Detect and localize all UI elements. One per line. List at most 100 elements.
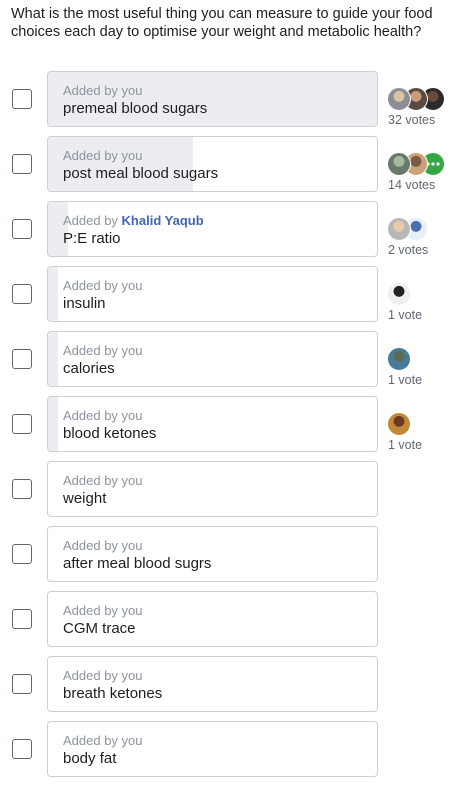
author-name: you <box>121 83 143 98</box>
vote-share-fill <box>48 332 58 386</box>
vote-share-fill <box>48 202 68 256</box>
option-result-bar[interactable]: Added by you after meal blood sugrs <box>47 526 378 582</box>
poll-option: Added by you after meal blood sugrs <box>0 526 458 583</box>
poll-option: Added by you premeal blood sugars 32 votes <box>0 71 458 128</box>
option-result-bar[interactable]: Added by you blood ketones <box>47 396 378 452</box>
author-name: you <box>121 408 143 423</box>
author-name: you <box>121 733 143 748</box>
author-name: you <box>121 473 143 488</box>
voter-avatars[interactable] <box>387 152 457 178</box>
vote-count[interactable]: 1 vote <box>388 308 422 322</box>
poll-option: Added by you blood ketones 1 vote <box>0 396 458 453</box>
added-by-prefix: Added by <box>63 733 122 748</box>
added-by-prefix: Added by <box>63 668 122 683</box>
added-by-text: Added by you <box>63 473 143 488</box>
added-by-prefix: Added by <box>63 473 122 488</box>
option-checkbox[interactable] <box>12 609 32 629</box>
author-name: you <box>121 343 143 358</box>
poll-option: Added by you body fat <box>0 721 458 778</box>
option-result-bar[interactable]: Added by Khalid Yaqub P:E ratio <box>47 201 378 257</box>
author-name: you <box>121 668 143 683</box>
added-by-text: Added by you <box>63 408 143 423</box>
voter-avatars[interactable] <box>387 217 457 243</box>
poll-option: Added by you breath ketones <box>0 656 458 713</box>
option-checkbox[interactable] <box>12 154 32 174</box>
option-result-bar[interactable]: Added by you CGM trace <box>47 591 378 647</box>
voter-avatar[interactable] <box>387 217 411 241</box>
added-by-text: Added by you <box>63 603 143 618</box>
added-by-text: Added by you <box>63 83 143 98</box>
vote-count[interactable]: 1 vote <box>388 373 422 387</box>
voter-avatar[interactable] <box>387 412 411 436</box>
option-result-bar[interactable]: Added by you premeal blood sugars <box>47 71 378 127</box>
option-label: after meal blood sugrs <box>63 555 212 572</box>
option-label: breath ketones <box>63 685 163 702</box>
option-result-bar[interactable]: Added by you calories <box>47 331 378 387</box>
author-name: you <box>121 148 143 163</box>
option-checkbox[interactable] <box>12 284 32 304</box>
added-by-prefix: Added by <box>63 83 122 98</box>
added-by-text: Added by you <box>63 278 143 293</box>
author-name: you <box>121 538 143 553</box>
option-label: P:E ratio <box>63 230 121 247</box>
added-by-text: Added by Khalid Yaqub <box>63 213 204 228</box>
option-result-bar[interactable]: Added by you post meal blood sugars <box>47 136 378 192</box>
added-by-prefix: Added by <box>63 538 122 553</box>
option-label: post meal blood sugars <box>63 165 219 182</box>
poll-option: Added by you post meal blood sugars 14 vot… <box>0 136 458 193</box>
poll-options: Added by you premeal blood sugars 32 votes… <box>0 71 458 786</box>
vote-count[interactable]: 2 votes <box>388 243 428 257</box>
option-checkbox[interactable] <box>12 89 32 109</box>
poll-question: What is the most useful thing you can me… <box>11 6 433 40</box>
option-checkbox[interactable] <box>12 219 32 239</box>
added-by-prefix: Added by <box>63 603 122 618</box>
vote-count[interactable]: 14 votes <box>388 178 435 192</box>
vote-count[interactable]: 32 votes <box>388 113 435 127</box>
added-by-prefix: Added by <box>63 343 122 358</box>
voter-avatar[interactable] <box>387 87 411 111</box>
added-by-text: Added by you <box>63 668 143 683</box>
option-checkbox[interactable] <box>12 544 32 564</box>
voter-avatars[interactable] <box>387 412 457 438</box>
option-checkbox[interactable] <box>12 674 32 694</box>
vote-count[interactable]: 1 vote <box>388 438 422 452</box>
author-name: you <box>121 603 143 618</box>
option-result-bar[interactable]: Added by you breath ketones <box>47 656 378 712</box>
voter-avatar[interactable] <box>387 282 411 306</box>
vote-share-fill <box>48 72 377 126</box>
voter-avatar[interactable] <box>387 347 411 371</box>
added-by-text: Added by you <box>63 538 143 553</box>
poll-option: Added by you weight <box>0 461 458 518</box>
option-label: calories <box>63 360 115 377</box>
option-result-bar[interactable]: Added by you body fat <box>47 721 378 777</box>
option-result-bar[interactable]: Added by you weight <box>47 461 378 517</box>
poll-option: Added by you CGM trace <box>0 591 458 648</box>
poll-option: Added by you insulin 1 vote <box>0 266 458 323</box>
poll-option: Added by Khalid Yaqub P:E ratio 2 votes <box>0 201 458 258</box>
option-checkbox[interactable] <box>12 479 32 499</box>
voter-avatars[interactable] <box>387 87 457 113</box>
added-by-prefix: Added by <box>63 148 122 163</box>
added-by-text: Added by you <box>63 148 143 163</box>
added-by-prefix: Added by <box>63 408 122 423</box>
option-label: weight <box>63 490 107 507</box>
added-by-prefix: Added by <box>63 213 122 228</box>
vote-share-fill <box>48 137 193 191</box>
option-checkbox[interactable] <box>12 414 32 434</box>
added-by-text: Added by you <box>63 733 143 748</box>
option-result-bar[interactable]: Added by you insulin <box>47 266 378 322</box>
option-label: premeal blood sugars <box>63 100 208 117</box>
added-by-prefix: Added by <box>63 278 122 293</box>
option-label: CGM trace <box>63 620 136 637</box>
voter-avatars[interactable] <box>387 347 457 373</box>
voter-avatars[interactable] <box>387 282 457 308</box>
option-label: body fat <box>63 750 117 767</box>
option-checkbox[interactable] <box>12 349 32 369</box>
vote-share-fill <box>48 397 58 451</box>
poll-option: Added by you calories 1 vote <box>0 331 458 388</box>
author-link[interactable]: Khalid Yaqub <box>122 213 204 228</box>
added-by-text: Added by you <box>63 343 143 358</box>
option-checkbox[interactable] <box>12 739 32 759</box>
voter-avatar[interactable] <box>387 152 411 176</box>
option-label: insulin <box>63 295 106 312</box>
